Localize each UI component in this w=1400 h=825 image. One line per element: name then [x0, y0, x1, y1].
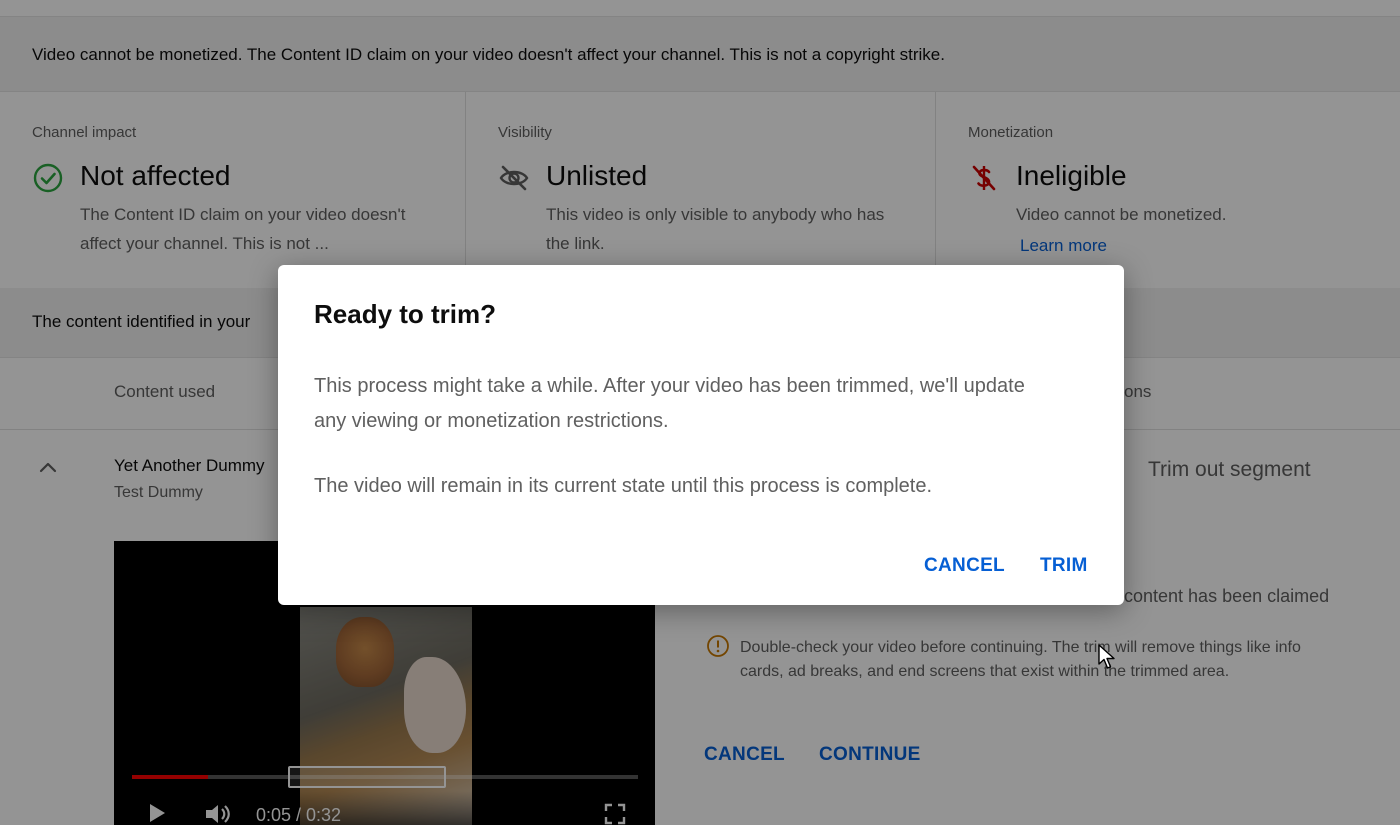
dialog-message: This process might take a while. After y…	[314, 375, 1025, 432]
dialog-title: Ready to trim?	[314, 299, 497, 329]
trim-confirm-dialog: Ready to trim? This process might take a…	[278, 265, 1124, 605]
dialog-message-secondary: The video will remain in its current sta…	[314, 475, 933, 497]
dialog-trim-button[interactable]: TRIM	[1040, 555, 1088, 577]
mouse-cursor-icon	[1098, 644, 1115, 669]
dialog-cancel-button[interactable]: CANCEL	[924, 555, 1005, 577]
